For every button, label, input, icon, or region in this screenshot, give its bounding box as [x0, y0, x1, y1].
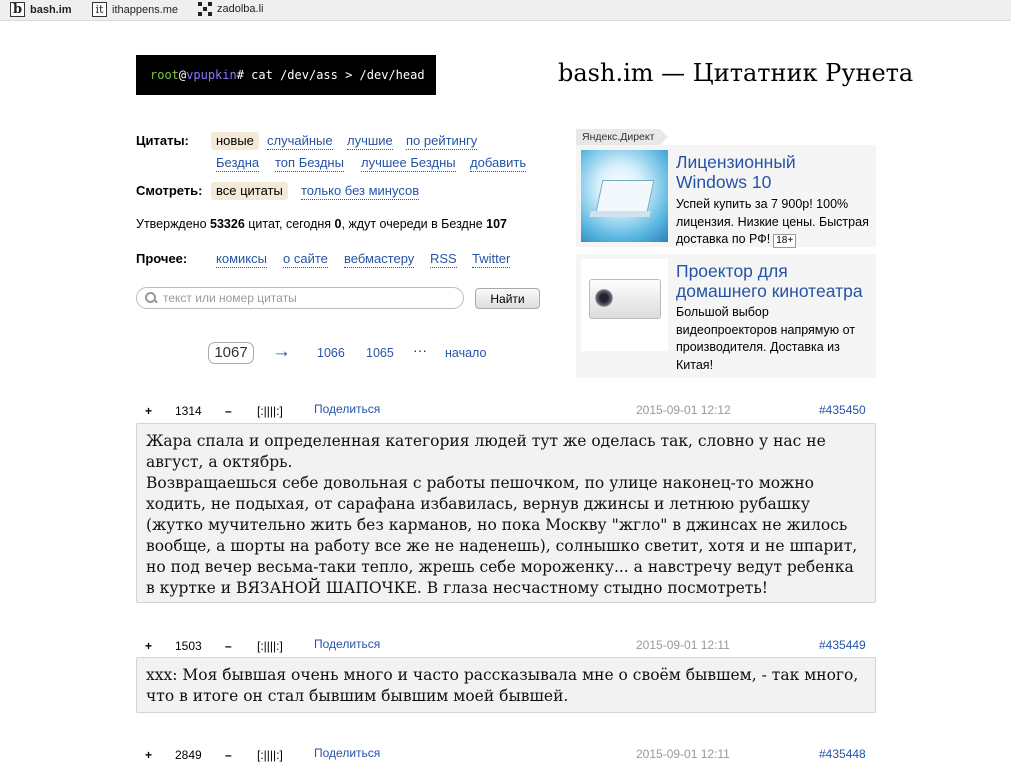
- nav-abyss-best[interactable]: лучшее Бездны: [361, 155, 456, 172]
- vote-down-button[interactable]: –: [225, 404, 232, 418]
- pager-ellipsis: ···: [413, 342, 427, 358]
- quote-rating: 1314: [175, 404, 202, 418]
- vote-down-button[interactable]: –: [225, 748, 232, 762]
- pager-next-arrow-icon[interactable]: →: [272, 341, 291, 363]
- quote-line: Жара спала и определенная категория люде…: [146, 432, 826, 471]
- ad-title-line: домашнего кинотеатра: [676, 281, 863, 301]
- stats-mid1: цитат, сегодня: [244, 217, 335, 231]
- bayan-button[interactable]: [:||||:]: [257, 639, 283, 653]
- site-label-zadolba: zadolba.li: [217, 3, 264, 15]
- projector-lens: [595, 289, 613, 307]
- quote-header: + 1314 – [:||||:] Поделиться 2015-09-01 …: [136, 402, 876, 420]
- quote-rating: 1503: [175, 639, 202, 653]
- nav-random[interactable]: случайные: [267, 133, 333, 150]
- nav-abyss[interactable]: Бездна: [216, 155, 260, 172]
- ad-title-windows[interactable]: Лицензионный Windows 10: [676, 152, 796, 192]
- site-logo[interactable]: root@vpupkin# cat /dev/ass > /dev/head: [136, 55, 436, 95]
- search-icon: [145, 292, 157, 304]
- nav-view-label: Смотреть:: [136, 183, 203, 198]
- ad-title-line: Проектор для: [676, 261, 788, 281]
- bayan-button[interactable]: [:||||:]: [257, 748, 283, 762]
- nav-webmaster[interactable]: вебмастеру: [344, 251, 415, 268]
- nav-best[interactable]: лучшие: [347, 133, 393, 150]
- quote-line: xxx: Моя бывшая очень много и часто расс…: [146, 666, 859, 705]
- share-link[interactable]: Поделиться: [314, 402, 380, 416]
- nav-rss[interactable]: RSS: [430, 251, 457, 268]
- stats-mid2: , ждут очереди в Бездне: [341, 217, 487, 231]
- stats-today: 0: [334, 217, 342, 231]
- logo-command: # cat /dev/ass > /dev/head: [236, 68, 425, 82]
- stats-approved: 53326: [210, 217, 245, 231]
- nav-add[interactable]: добавить: [470, 155, 527, 172]
- ad-image-windows[interactable]: [581, 150, 668, 242]
- search-button[interactable]: Найти: [475, 288, 540, 309]
- bash-logo-icon: b: [10, 2, 25, 17]
- quote-date: 2015-09-01 12:12: [636, 403, 731, 417]
- site-label-ithappens: ithappens.me: [112, 3, 179, 16]
- laptop-illustration: [595, 180, 655, 212]
- site-link-ithappens[interactable]: it ithappens.me: [92, 2, 178, 17]
- ad-item-projector[interactable]: Проектор для домашнего кинотеатра Большо…: [576, 254, 876, 378]
- pager-page-link[interactable]: 1065: [366, 346, 394, 360]
- ad-text-projector: Большой выбор видеопроекторов напрямую о…: [676, 305, 856, 372]
- quote-id-link[interactable]: #435449: [819, 638, 866, 652]
- site-switcher-bar: b bash.im it ithappens.me zadolba.li: [0, 0, 1011, 21]
- ad-text-windows: Успей купить за 7 900р! 100% лицензия. Н…: [676, 196, 871, 249]
- vote-up-button[interactable]: +: [145, 404, 152, 418]
- pager-page-link[interactable]: 1066: [317, 346, 345, 360]
- site-link-zadolba[interactable]: zadolba.li: [198, 2, 263, 16]
- nav-abyss-top[interactable]: топ Бездны: [275, 155, 344, 172]
- site-label-bash: bash.im: [30, 3, 72, 16]
- nav-twitter[interactable]: Twitter: [472, 251, 511, 268]
- quote-stats: Утверждено 53326 цитат, сегодня 0, ждут …: [136, 217, 507, 231]
- ad-image-projector[interactable]: [581, 259, 668, 351]
- nav-by-rating[interactable]: по рейтингу: [406, 133, 478, 150]
- quote-date: 2015-09-01 12:11: [636, 747, 730, 761]
- ad-title-projector[interactable]: Проектор для домашнего кинотеатра: [676, 261, 863, 301]
- search-box: [136, 287, 464, 309]
- pager-start-link[interactable]: начало: [445, 346, 486, 360]
- nav-comics[interactable]: комиксы: [216, 251, 267, 268]
- bayan-button[interactable]: [:||||:]: [257, 404, 283, 418]
- quote-header: + 1503 – [:||||:] Поделиться 2015-09-01 …: [136, 637, 876, 655]
- ad-title-line: Лицензионный: [676, 152, 796, 172]
- search-input[interactable]: [161, 290, 455, 306]
- quote-text: xxx: Моя бывшая очень много и часто расс…: [136, 657, 876, 713]
- page-title: bash.im — Цитатник Рунета: [558, 59, 914, 87]
- ad-source-tag[interactable]: Яндекс.Директ: [576, 129, 669, 145]
- quote-text: Жара спала и определенная категория люде…: [136, 423, 876, 603]
- share-link[interactable]: Поделиться: [314, 746, 380, 760]
- nav-about[interactable]: о сайте: [283, 251, 328, 268]
- ad-item-windows[interactable]: Лицензионный Windows 10 Успей купить за …: [576, 145, 876, 249]
- zadolba-logo-icon: [198, 2, 212, 16]
- stats-prefix: Утверждено: [136, 217, 211, 231]
- site-link-bash[interactable]: b bash.im: [10, 2, 72, 17]
- quote-line: Возвращаешься себе довольная с работы пе…: [146, 474, 858, 597]
- nav-no-minus[interactable]: только без минусов: [301, 183, 420, 200]
- pager-current-page[interactable]: 1067: [208, 342, 254, 364]
- share-link[interactable]: Поделиться: [314, 637, 380, 651]
- logo-root: root: [150, 68, 179, 82]
- quote-id-link[interactable]: #435448: [819, 747, 866, 761]
- vote-down-button[interactable]: –: [225, 639, 232, 653]
- nav-other-label: Прочее:: [136, 251, 188, 266]
- ad-title-line: Windows 10: [676, 172, 772, 192]
- quote-id-link[interactable]: #435450: [819, 403, 866, 417]
- nav-all-quotes[interactable]: все цитаты: [211, 182, 288, 200]
- logo-host: vpupkin: [186, 68, 237, 82]
- nav-quotes-label: Цитаты:: [136, 133, 189, 148]
- vote-up-button[interactable]: +: [145, 639, 152, 653]
- age-rating-badge: 18+: [773, 234, 797, 248]
- quote-header: + 2849 – [:||||:] Поделиться 2015-09-01 …: [136, 746, 876, 764]
- nav-new[interactable]: новые: [211, 132, 259, 150]
- quote-rating: 2849: [175, 748, 202, 762]
- stats-queue: 107: [486, 217, 508, 231]
- vote-up-button[interactable]: +: [145, 748, 152, 762]
- ithappens-logo-icon: it: [92, 2, 107, 17]
- quote-date: 2015-09-01 12:11: [636, 638, 730, 652]
